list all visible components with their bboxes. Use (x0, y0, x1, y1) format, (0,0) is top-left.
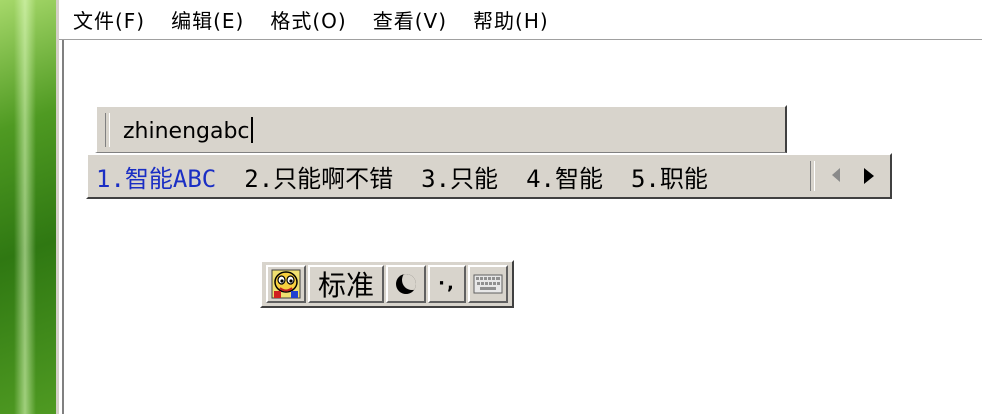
candidate-5[interactable]: 5.职能 (631, 159, 708, 194)
text-caret (250, 117, 253, 143)
half-moon-icon (396, 274, 416, 294)
candidate-separator (810, 161, 815, 191)
input-mode-label: 标准 (317, 269, 374, 302)
input-mode-button[interactable]: 标准 (308, 265, 384, 303)
menu-bar: 文件(F) 编辑(E) 格式(O) 查看(V) 帮助(H) (59, 0, 982, 40)
soft-keyboard-icon (473, 274, 503, 294)
composition-input: zhinengabc (123, 119, 250, 144)
punctuation-icon: ·, (438, 273, 456, 294)
ime-status-bar: 标准 ·, (260, 260, 514, 308)
ime-candidate-window: 1.智能ABC 2.只能啊不错 3.只能 4.智能 5.职能 (86, 153, 892, 199)
menu-view[interactable]: 查看(V) (373, 5, 447, 34)
candidate-1[interactable]: 1.智能ABC (96, 159, 216, 194)
soft-keyboard-button[interactable] (468, 265, 508, 303)
candidate-2[interactable]: 2.只能啊不错 (244, 159, 393, 194)
prev-page-arrow-icon[interactable] (832, 168, 840, 182)
editor-window: 文件(F) 编辑(E) 格式(O) 查看(V) 帮助(H) (56, 0, 982, 414)
menu-help[interactable]: 帮助(H) (473, 5, 549, 34)
desktop-wallpaper (0, 0, 56, 414)
menu-edit[interactable]: 编辑(E) (171, 5, 244, 34)
composition-text: zhinengabc (123, 117, 253, 144)
full-half-width-button[interactable] (386, 265, 426, 303)
candidate-3[interactable]: 3.只能 (421, 159, 498, 194)
candidate-list: 1.智能ABC 2.只能啊不错 3.只能 4.智能 5.职能 (88, 155, 736, 197)
text-area-edge (62, 40, 64, 414)
ime-logo-icon (271, 269, 301, 299)
menu-file[interactable]: 文件(F) (73, 5, 145, 34)
composition-grip[interactable] (105, 113, 110, 147)
ime-switch-button[interactable] (266, 265, 306, 303)
menu-format[interactable]: 格式(O) (270, 5, 346, 34)
punctuation-toggle-button[interactable]: ·, (428, 265, 466, 303)
ime-composition-window: zhinengabc (95, 105, 787, 153)
candidate-4[interactable]: 4.智能 (526, 159, 603, 194)
next-page-arrow-icon[interactable] (864, 168, 874, 184)
